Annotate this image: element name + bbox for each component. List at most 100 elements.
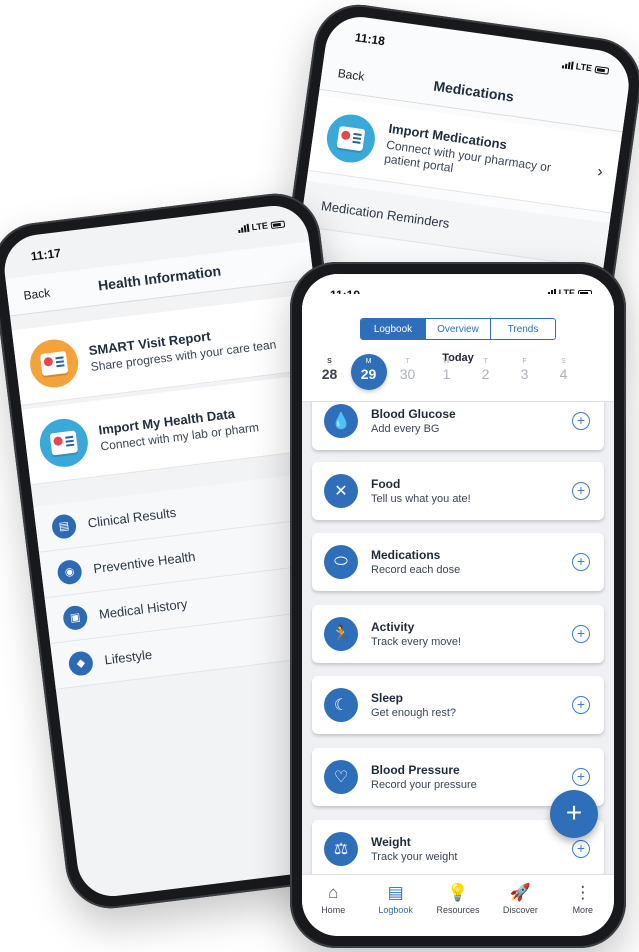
rocket-icon: 🚀 xyxy=(509,883,531,902)
dots-icon: ⋮ xyxy=(574,883,592,902)
import-document-icon xyxy=(323,110,379,166)
card-title: Medications xyxy=(371,548,441,562)
tab-resources[interactable]: 💡 Resources xyxy=(427,875,489,936)
utensils-icon: ✕ xyxy=(324,474,358,508)
day-number: 3 xyxy=(520,366,529,382)
list-item-label: Preventive Health xyxy=(92,548,197,577)
card-blood-glucose[interactable]: 💧 Blood Glucose Add every BG + xyxy=(312,402,604,450)
card-medications[interactable]: ⬭ Medications Record each dose + xyxy=(312,533,604,591)
card-title: Food xyxy=(371,477,401,491)
drop-icon: 💧 xyxy=(324,404,358,438)
battery-icon xyxy=(270,219,286,229)
pill-icon: ⬭ xyxy=(324,545,358,579)
card-title: Weight xyxy=(371,835,411,849)
network-status: LTE xyxy=(561,59,610,75)
day-friday[interactable]: F3 xyxy=(505,354,544,390)
add-icon[interactable]: + xyxy=(572,553,590,571)
card-activity[interactable]: 🏃 Activity Track every move! + xyxy=(312,605,604,663)
day-letter: T xyxy=(405,358,410,365)
logbook-phone: 11:19 LTE Logbook Overview Trends Today … xyxy=(290,262,626,948)
report-icon xyxy=(27,336,81,390)
card-title: Blood Glucose xyxy=(371,407,456,421)
add-icon[interactable]: + xyxy=(572,768,590,786)
add-icon[interactable]: + xyxy=(572,482,590,500)
tab-label: Home xyxy=(321,905,346,915)
network-status: LTE xyxy=(237,218,286,234)
day-number: 1 xyxy=(442,366,451,382)
segmented-tabs: Logbook Overview Trends xyxy=(360,318,556,340)
logbook-screen: 11:19 LTE Logbook Overview Trends Today … xyxy=(302,274,614,936)
status-time: 11:18 xyxy=(354,30,386,49)
add-icon[interactable]: + xyxy=(572,840,590,858)
day-wednesday[interactable]: W1 xyxy=(427,354,466,390)
moon-icon: ☾ xyxy=(324,688,358,722)
signal-icon xyxy=(237,223,250,234)
bottom-tab-bar: ⌂ Home ▤ Logbook 💡 Resources 🚀 Discover ⋮ Mor… xyxy=(302,874,614,936)
day-sunday[interactable]: S 28 xyxy=(310,354,349,390)
folder-icon: ▣ xyxy=(61,603,89,631)
heart-icon: ♡ xyxy=(324,760,358,794)
eye-icon: ◉ xyxy=(56,558,83,586)
add-icon[interactable]: + xyxy=(572,696,590,714)
card-title: Sleep xyxy=(371,691,404,705)
clipboard-icon: ▤ xyxy=(50,512,78,540)
day-number: 29 xyxy=(360,366,377,382)
network-label: LTE xyxy=(251,220,269,233)
week-strip: S 28 M 29 T 30 W1 T2 F3 S4 xyxy=(310,354,583,390)
day-number: 2 xyxy=(481,366,490,382)
add-entry-fab[interactable]: + xyxy=(550,790,598,838)
tab-trends[interactable]: Trends xyxy=(491,319,555,339)
day-letter: M xyxy=(365,358,372,365)
card-subtitle: Record each dose xyxy=(371,564,461,576)
scale-icon: ⚖ xyxy=(324,832,358,866)
card-title: Activity xyxy=(371,620,415,634)
list-item-label: Clinical Results xyxy=(86,504,177,531)
tab-home[interactable]: ⌂ Home xyxy=(302,875,364,936)
card-subtitle: Record your pressure xyxy=(371,779,477,791)
card-subtitle: Tell us what you ate! xyxy=(371,493,471,505)
signal-icon xyxy=(561,60,574,70)
list-item-label: Medical History xyxy=(98,596,189,622)
card-subtitle: Track your weight xyxy=(371,851,458,863)
tab-label: More xyxy=(572,905,594,915)
medication-reminders-label: Medication Reminders xyxy=(320,198,451,231)
book-icon: ▤ xyxy=(387,883,404,902)
network-label: LTE xyxy=(575,61,593,74)
day-tuesday[interactable]: T 30 xyxy=(388,354,427,390)
card-subtitle: Track every move! xyxy=(371,636,462,648)
shirt-icon: ◆ xyxy=(67,649,95,677)
day-letter: S xyxy=(561,358,566,365)
home-icon: ⌂ xyxy=(328,883,339,902)
card-subtitle: Add every BG xyxy=(371,423,440,435)
day-letter: F xyxy=(522,358,527,365)
tab-more[interactable]: ⋮ More xyxy=(552,875,614,936)
status-time: 11:17 xyxy=(30,245,62,264)
day-number: 28 xyxy=(321,366,338,382)
day-number: 4 xyxy=(559,366,568,382)
day-letter: T xyxy=(483,358,488,365)
day-saturday[interactable]: S4 xyxy=(544,354,583,390)
card-title: Blood Pressure xyxy=(371,763,460,777)
day-monday-selected[interactable]: M 29 xyxy=(349,354,388,390)
battery-icon xyxy=(594,65,610,75)
day-thursday[interactable]: T2 xyxy=(466,354,505,390)
day-letter: W xyxy=(443,358,450,365)
chevron-right-icon: › xyxy=(596,163,604,181)
add-icon[interactable]: + xyxy=(572,625,590,643)
tab-label: Logbook xyxy=(378,905,413,915)
runner-icon: 🏃 xyxy=(324,617,358,651)
import-document-icon xyxy=(37,415,91,470)
tab-label: Resources xyxy=(436,905,480,915)
card-food[interactable]: ✕ Food Tell us what you ate! + xyxy=(312,462,604,520)
day-number: 30 xyxy=(399,366,416,382)
day-letter: S xyxy=(327,358,332,365)
card-subtitle: Get enough rest? xyxy=(371,707,457,719)
card-sleep[interactable]: ☾ Sleep Get enough rest? + xyxy=(312,676,604,734)
tab-discover[interactable]: 🚀 Discover xyxy=(489,875,551,936)
bulb-icon: 💡 xyxy=(447,883,469,902)
tab-label: Discover xyxy=(502,905,538,915)
add-icon[interactable]: + xyxy=(572,412,590,430)
tab-logbook[interactable]: Logbook xyxy=(361,319,426,339)
tab-logbook-nav[interactable]: ▤ Logbook xyxy=(364,875,426,936)
tab-overview[interactable]: Overview xyxy=(426,319,491,339)
